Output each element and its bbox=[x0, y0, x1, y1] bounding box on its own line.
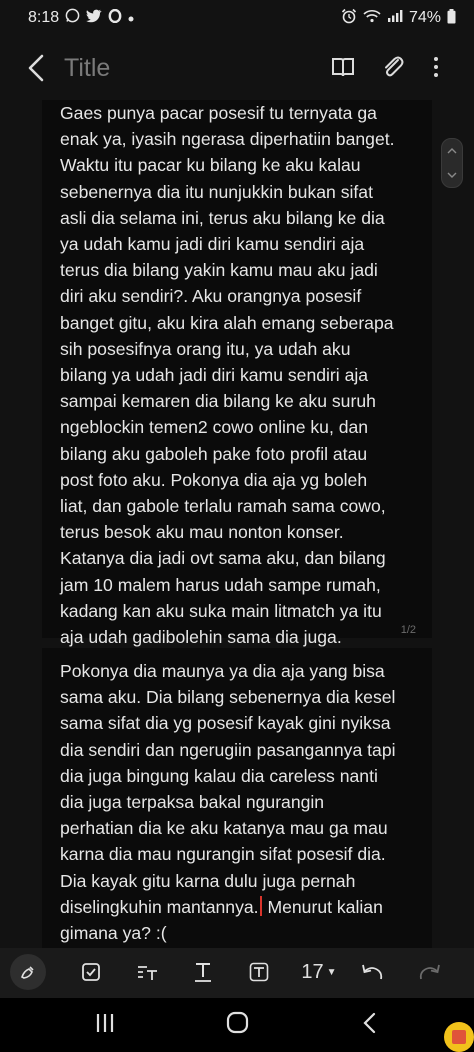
checkbox-icon[interactable] bbox=[76, 956, 106, 988]
system-nav-bar bbox=[0, 998, 474, 1052]
undo-icon[interactable] bbox=[356, 956, 388, 988]
page-1-text[interactable]: Gaes punya pacar posesif tu ternyata ga … bbox=[60, 100, 418, 650]
status-right: 74% bbox=[341, 8, 456, 28]
alarm-icon bbox=[341, 8, 357, 28]
nav-back-icon[interactable] bbox=[358, 1010, 388, 1038]
font-size-select[interactable]: 17 ▼ bbox=[296, 956, 342, 988]
more-vertical-icon[interactable] bbox=[428, 54, 456, 82]
floating-shortcut-icon[interactable] bbox=[444, 1022, 474, 1052]
status-bar: 8:18 74% bbox=[0, 0, 474, 36]
book-icon[interactable] bbox=[330, 54, 358, 82]
scroll-thumb[interactable] bbox=[441, 138, 463, 188]
text-cursor bbox=[259, 895, 262, 916]
home-icon[interactable] bbox=[224, 1010, 254, 1038]
status-left: 8:18 bbox=[28, 8, 134, 27]
caret-down-icon: ▼ bbox=[326, 966, 337, 978]
status-time: 8:18 bbox=[28, 8, 60, 26]
text-style-icon[interactable] bbox=[132, 956, 162, 988]
opera-icon bbox=[108, 8, 122, 27]
battery-percent: 74% bbox=[408, 9, 441, 26]
battery-icon bbox=[447, 8, 456, 28]
recent-apps-icon[interactable] bbox=[92, 1010, 122, 1038]
text-underline-icon[interactable] bbox=[188, 956, 218, 988]
text-box-icon[interactable] bbox=[244, 956, 274, 988]
whatsapp-icon bbox=[65, 8, 80, 27]
note-title[interactable]: Title bbox=[64, 54, 110, 83]
font-size-value: 17 bbox=[301, 960, 324, 983]
floating-shortcut-inner bbox=[452, 1030, 466, 1044]
back-chevron-icon[interactable] bbox=[22, 52, 52, 84]
document-page-1[interactable]: Gaes punya pacar posesif tu ternyata ga … bbox=[42, 100, 432, 647]
document-page-2[interactable]: Pokonya dia maunya ya dia aja yang bisa … bbox=[42, 648, 432, 948]
page-2-text-before-cursor: Pokonya dia maunya ya dia aja yang bisa … bbox=[60, 661, 396, 917]
page-2-text[interactable]: Pokonya dia maunya ya dia aja yang bisa … bbox=[60, 658, 418, 946]
editing-toolbar: 17 ▼ bbox=[0, 948, 474, 998]
pen-icon[interactable] bbox=[10, 954, 46, 990]
redo-icon[interactable] bbox=[414, 956, 446, 988]
notification-dot-icon bbox=[128, 10, 134, 26]
twitter-icon bbox=[86, 9, 102, 27]
page-number: 1/2 bbox=[400, 624, 416, 636]
paperclip-icon[interactable] bbox=[380, 54, 408, 82]
signal-icon bbox=[387, 9, 403, 27]
wifi-icon bbox=[363, 9, 381, 27]
app-bar: Title bbox=[0, 36, 474, 100]
